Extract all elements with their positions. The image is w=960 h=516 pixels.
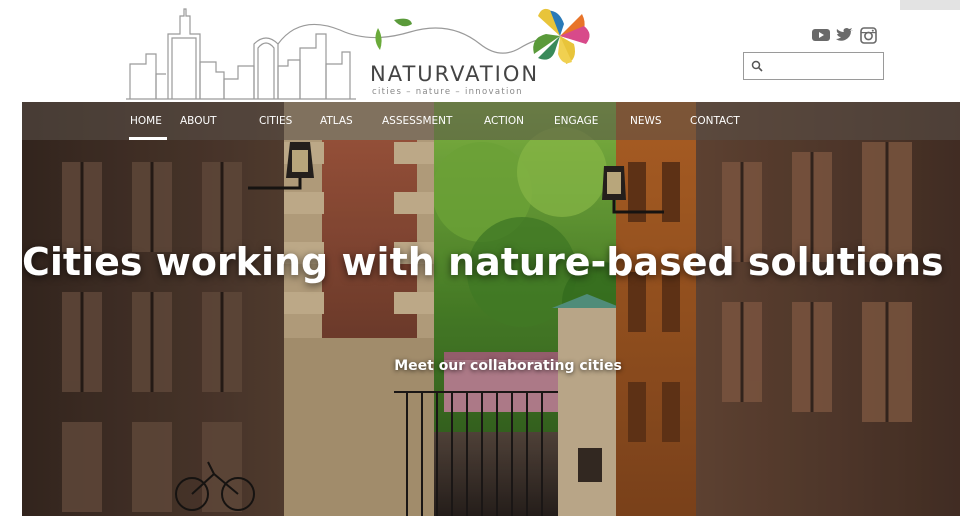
nav-news[interactable]: NEWS xyxy=(630,115,662,127)
active-nav-indicator xyxy=(129,137,167,140)
nav-home[interactable]: HOME xyxy=(130,115,162,127)
nav-contact[interactable]: CONTACT xyxy=(690,115,740,127)
nav-atlas[interactable]: ATLAS xyxy=(320,115,353,127)
site-header: NATURVATION cities – nature – innovation xyxy=(0,0,960,102)
youtube-icon[interactable] xyxy=(812,27,830,46)
search-field[interactable] xyxy=(743,52,884,80)
instagram-icon[interactable] xyxy=(860,27,877,48)
twitter-icon[interactable] xyxy=(836,27,853,46)
hero-photo-alley xyxy=(22,102,960,516)
hero-title: Cities working with nature-based solutio… xyxy=(22,240,944,284)
scrollbar-corner xyxy=(900,0,960,10)
nav-engage[interactable]: ENGAGE xyxy=(554,115,598,127)
nav-about[interactable]: ABOUT xyxy=(180,115,217,127)
nav-assessment[interactable]: ASSESSMENT xyxy=(382,115,452,127)
search-input[interactable] xyxy=(768,56,882,78)
naturvation-logo[interactable]: NATURVATION cities – nature – innovation xyxy=(120,4,610,102)
search-icon xyxy=(751,60,763,72)
main-navigation: HOME ABOUT CITIES ATLAS ASSESSMENT ACTIO… xyxy=(22,102,960,140)
nav-action[interactable]: ACTION xyxy=(484,115,524,127)
brand-name: NATURVATION xyxy=(370,62,540,86)
collaborating-cities-link[interactable]: Meet our collaborating cities xyxy=(378,358,638,374)
nav-cities[interactable]: CITIES xyxy=(259,115,292,127)
hero-banner: HOME ABOUT CITIES ATLAS ASSESSMENT ACTIO… xyxy=(22,102,960,516)
skyline-logo-graphic xyxy=(126,8,590,100)
brand-tagline: cities – nature – innovation xyxy=(372,87,523,97)
